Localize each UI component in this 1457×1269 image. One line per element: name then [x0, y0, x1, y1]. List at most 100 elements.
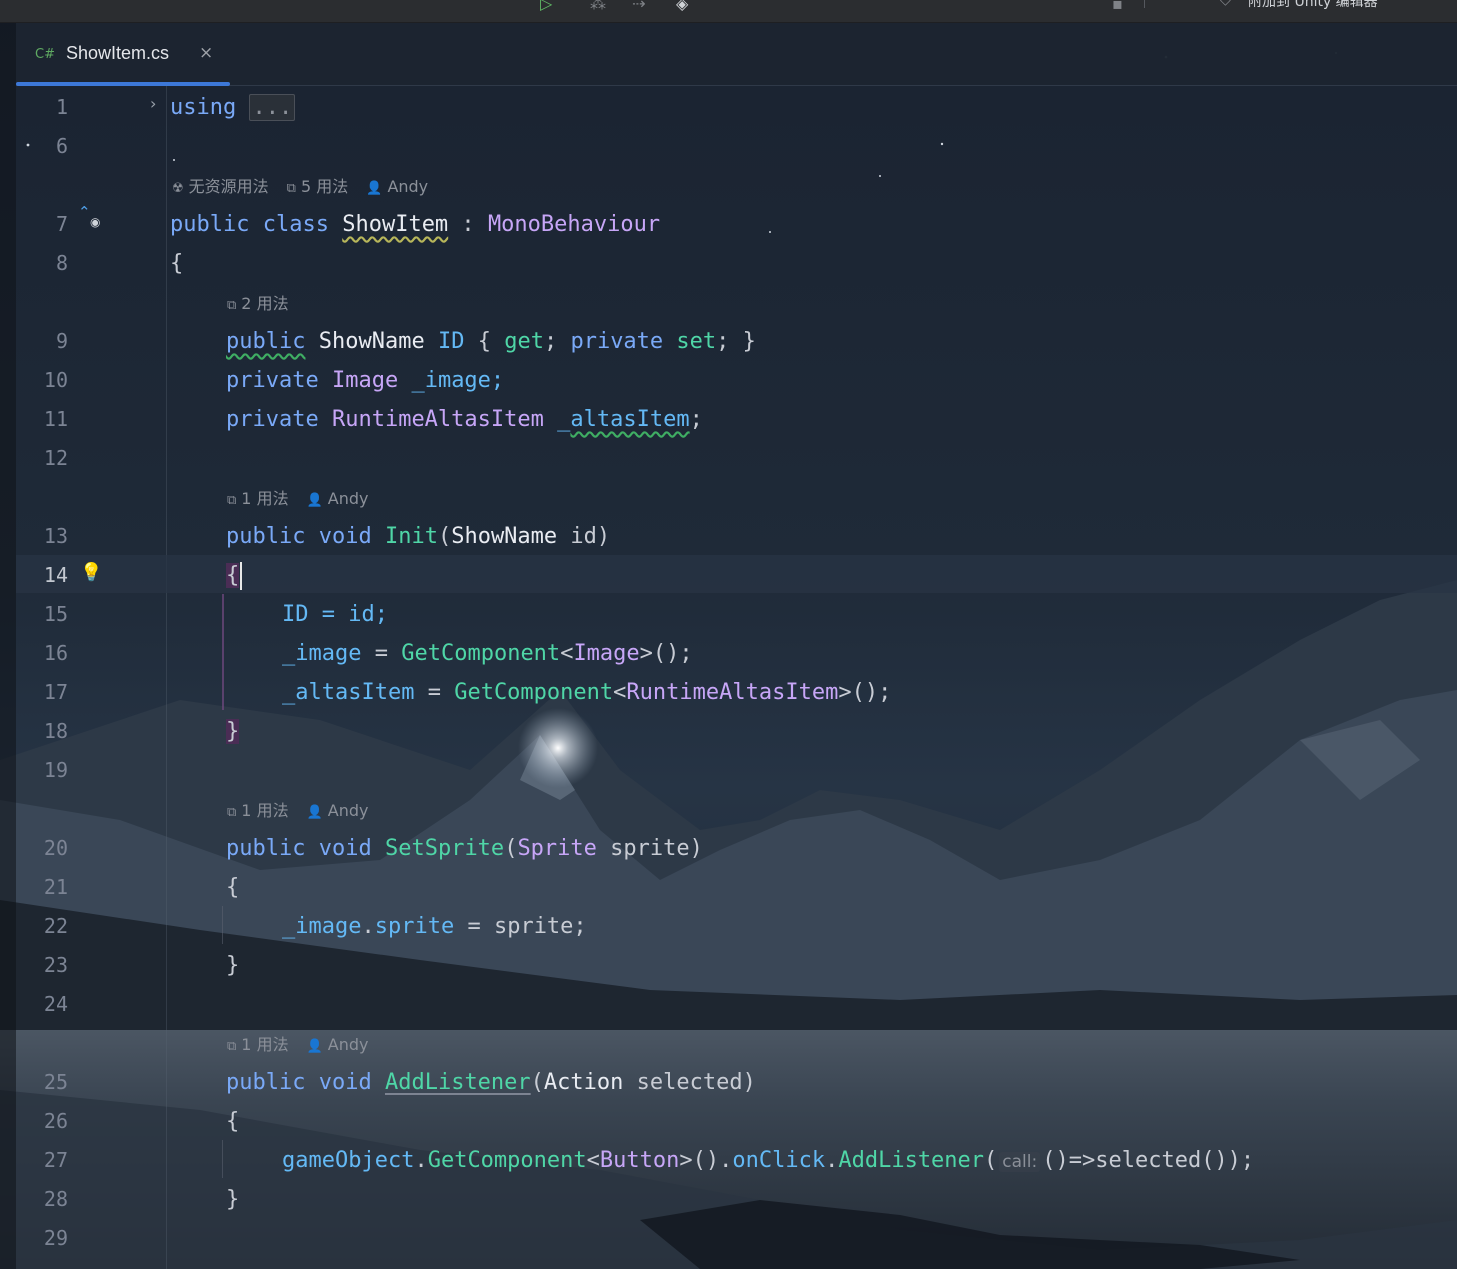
setsprite-usages-link[interactable]: 1 用法 — [241, 801, 288, 820]
init-usages-link[interactable]: 1 用法 — [241, 489, 288, 508]
code-line-9[interactable]: 9 public ShowName ID { get; private set;… — [16, 322, 1457, 361]
code-line-25[interactable]: 25 public void AddListener(Action select… — [16, 1063, 1457, 1102]
code-line-11[interactable]: 11 private RuntimeAltasItem _altasItem; — [16, 400, 1457, 439]
line-number: 18 — [43, 719, 68, 743]
operator: = — [414, 680, 455, 705]
field-name[interactable]: _altasItem — [282, 680, 414, 705]
method-name[interactable]: SetSprite — [385, 836, 504, 861]
field-name[interactable]: _image — [282, 641, 361, 666]
folded-region[interactable]: ... — [249, 94, 296, 121]
method-call[interactable]: AddListener — [838, 1148, 984, 1173]
setsprite-author-link[interactable]: Andy — [328, 801, 369, 820]
addlistener-author-link[interactable]: Andy — [328, 1035, 369, 1054]
code-line-29[interactable]: 29 — [16, 1219, 1457, 1258]
method-call[interactable]: GetComponent — [454, 680, 613, 705]
unity-icon[interactable]: ◇ — [1220, 0, 1231, 8]
usages-icon: ⧉ — [227, 1039, 237, 1054]
code-editor[interactable]: 1 › using ... 6 ☢ 无资源用法 ⧉ 5 用法 👤 Andy 7 ⌃ ◉ p… — [16, 86, 1457, 1269]
method-name[interactable]: AddListener — [385, 1070, 531, 1095]
code-line-20[interactable]: 20 public void SetSprite(Sprite sprite) — [16, 829, 1457, 868]
lightbulb-icon[interactable]: 💡 — [80, 562, 102, 583]
generic-type[interactable]: Button — [600, 1148, 679, 1173]
code-line-28[interactable]: 28 } — [16, 1180, 1457, 1219]
code-line-6[interactable]: 6 — [16, 127, 1457, 166]
object-name[interactable]: gameObject — [282, 1148, 414, 1173]
line-number: 28 — [43, 1187, 68, 1211]
toolbar-separator — [1144, 0, 1145, 8]
keyword-public: public — [226, 329, 306, 354]
param-type[interactable]: Action — [544, 1070, 623, 1095]
step-icon[interactable]: ⇢ — [632, 0, 645, 13]
generic-type[interactable]: Image — [573, 641, 639, 666]
close-brace: } — [226, 1187, 240, 1212]
property-name[interactable]: onClick — [732, 1148, 825, 1173]
generic-type[interactable]: RuntimeAltasItem — [626, 680, 838, 705]
code-line-15[interactable]: 15 ID = id; — [16, 595, 1457, 634]
code-line-24[interactable]: 24 — [16, 985, 1457, 1024]
no-asset-usages-link[interactable]: 无资源用法 — [189, 177, 269, 196]
type-name[interactable]: Image — [332, 368, 398, 393]
tool-window-strip — [0, 23, 16, 1269]
code-line-17[interactable]: 17 _altasItem = GetComponent<RuntimeAlta… — [16, 673, 1457, 712]
chevron-right-icon[interactable]: › — [150, 94, 156, 113]
code-line-7[interactable]: 7 ⌃ ◉ public class ShowItem : MonoBehavi… — [16, 203, 1457, 244]
param-name[interactable]: id) — [557, 524, 610, 549]
init-author-link[interactable]: Andy — [328, 489, 369, 508]
overridden-icon[interactable]: ◉ — [90, 215, 100, 229]
type-name[interactable]: ShowName — [319, 329, 425, 354]
code-line-21[interactable]: 21 { — [16, 868, 1457, 907]
class-usages-link[interactable]: 5 用法 — [301, 177, 348, 196]
unity-event-icon[interactable]: ⌃ — [78, 203, 91, 221]
code-line-14[interactable]: 14 💡 { — [16, 556, 1457, 595]
code-line-13[interactable]: 13 public void Init(ShowName id) — [16, 517, 1457, 556]
class-name[interactable]: ShowItem — [342, 212, 448, 237]
tab-label[interactable]: ShowItem.cs — [66, 43, 169, 64]
keyword-void: void — [318, 524, 372, 549]
keyword-void: void — [318, 1070, 372, 1095]
method-call[interactable]: GetComponent — [428, 1148, 587, 1173]
method-call[interactable]: GetComponent — [401, 641, 560, 666]
bug-icon[interactable]: ⁂ — [590, 0, 606, 13]
keyword-private: private — [226, 368, 319, 393]
open-brace: { — [226, 563, 240, 588]
code-line-26[interactable]: 26 { — [16, 1102, 1457, 1141]
code-line-12[interactable]: 12 — [16, 439, 1457, 478]
code-line-8[interactable]: 8 { — [16, 244, 1457, 283]
field-name[interactable]: _image; — [411, 368, 504, 393]
field-name-typo[interactable]: altasItem — [570, 407, 689, 432]
play-icon[interactable]: ▷ — [540, 0, 552, 13]
param-name[interactable]: sprite) — [597, 836, 703, 861]
more-icon[interactable]: ▪ — [1112, 0, 1123, 13]
code-line-27[interactable]: 27 gameObject.GetComponent<Button>().onC… — [16, 1141, 1457, 1180]
editor-tab-bar: C# ShowItem.cs × — [16, 23, 1457, 86]
keyword-public: public — [170, 212, 250, 237]
tab-showitem-cs[interactable]: C# ShowItem.cs × — [16, 23, 230, 86]
line-number: 13 — [43, 524, 68, 548]
id-usages-link[interactable]: 2 用法 — [241, 294, 288, 313]
class-author-link[interactable]: Andy — [387, 177, 428, 196]
param-type[interactable]: ShowName — [451, 524, 557, 549]
param-name[interactable]: selected) — [623, 1070, 756, 1095]
close-icon[interactable]: × — [199, 43, 213, 63]
keyword-private: private — [570, 329, 664, 354]
property-name[interactable]: ID — [438, 329, 465, 354]
statement[interactable]: ID = id; — [282, 595, 388, 634]
base-class[interactable]: MonoBehaviour — [488, 212, 660, 237]
type-name[interactable]: RuntimeAltasItem — [332, 407, 544, 432]
addlistener-usages-link[interactable]: 1 用法 — [241, 1035, 288, 1054]
code-line-18[interactable]: 18 } — [16, 712, 1457, 751]
line-number: 23 — [43, 953, 68, 977]
code-line-10[interactable]: 10 private Image _image; — [16, 361, 1457, 400]
property-name[interactable]: sprite — [375, 914, 454, 939]
attach-unity-button[interactable]: 附加到 Unity 编辑器 — [1248, 0, 1378, 11]
profiler-icon[interactable]: ◈ — [676, 0, 688, 13]
field-name[interactable]: _ — [557, 407, 570, 432]
param-type[interactable]: Sprite — [517, 836, 596, 861]
field-name[interactable]: _image — [282, 914, 361, 939]
code-line-16[interactable]: 16 _image = GetComponent<Image>(); — [16, 634, 1457, 673]
code-line-23[interactable]: 23 } — [16, 946, 1457, 985]
code-line-22[interactable]: 22 _image.sprite = sprite; — [16, 907, 1457, 946]
method-name[interactable]: Init — [385, 524, 438, 549]
code-line-1[interactable]: 1 › using ... — [16, 88, 1457, 127]
code-line-19[interactable]: 19 — [16, 751, 1457, 790]
